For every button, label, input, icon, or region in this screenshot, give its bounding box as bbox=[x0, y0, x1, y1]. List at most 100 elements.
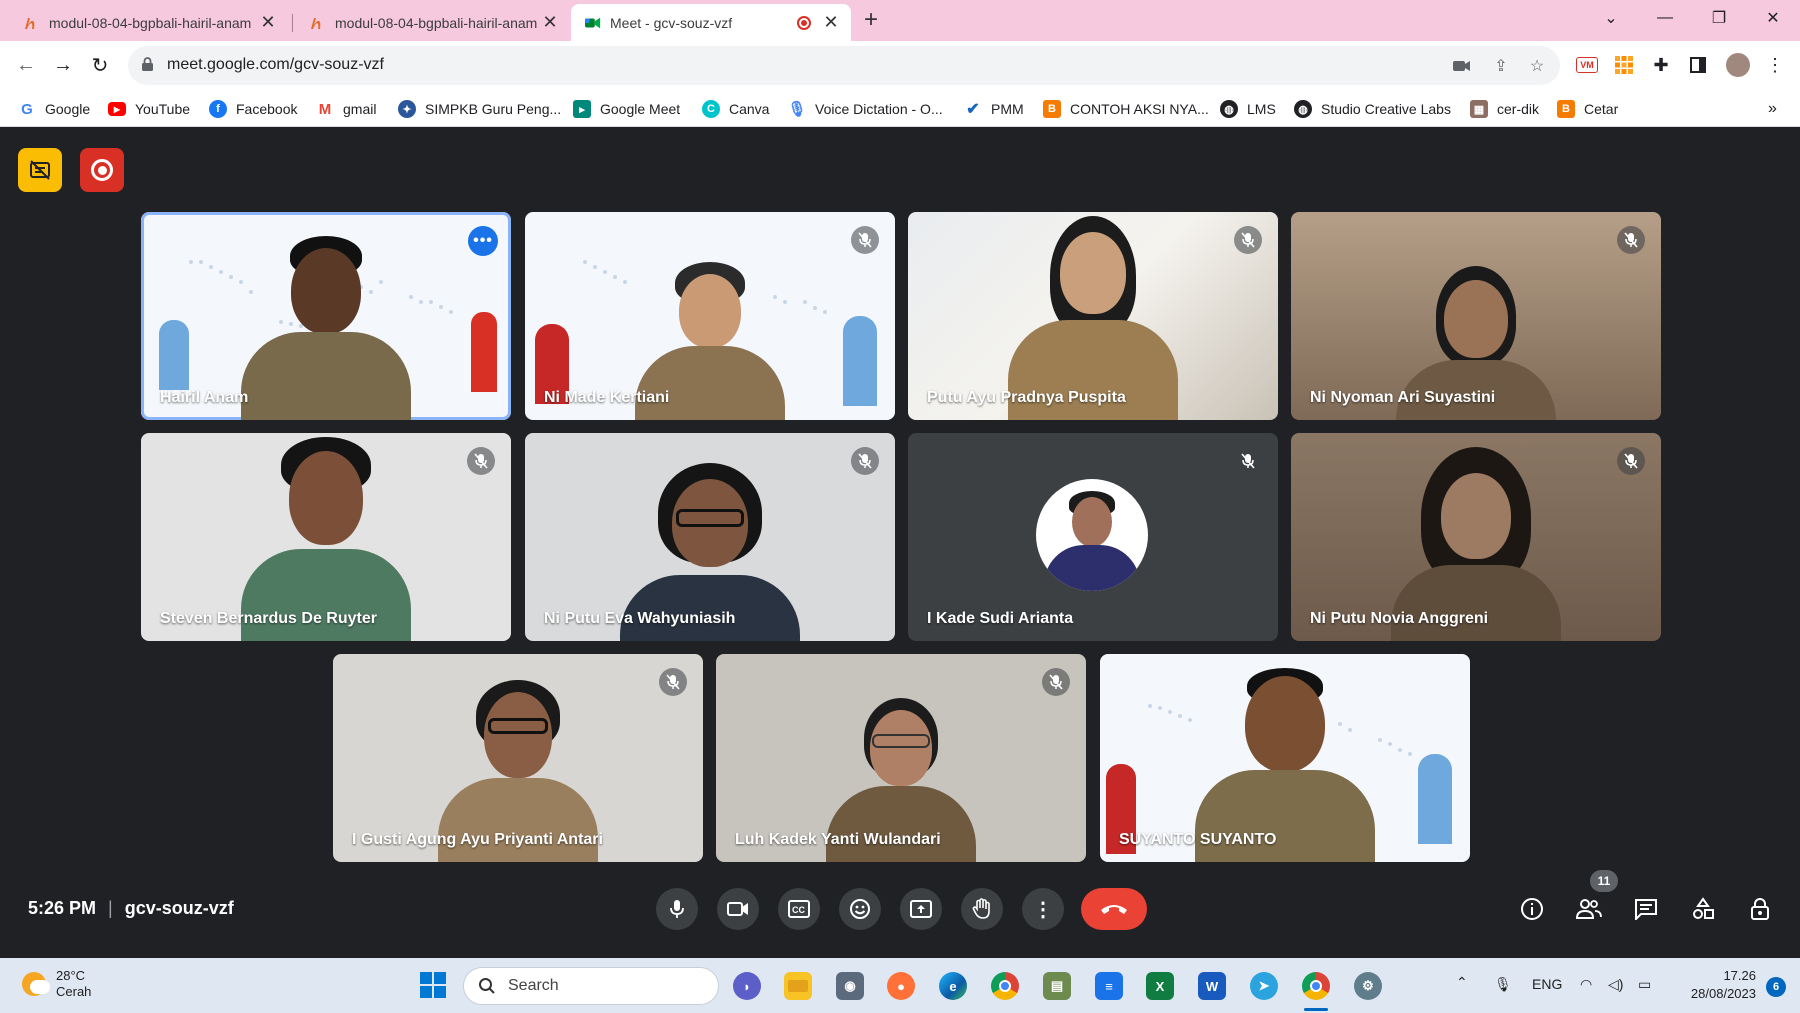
captions-off-icon[interactable] bbox=[18, 148, 62, 192]
more-bookmarks-chevron-icon[interactable]: » bbox=[1768, 99, 1777, 119]
camera-blocked-icon[interactable] bbox=[1451, 55, 1473, 77]
present-screen-button[interactable] bbox=[900, 888, 942, 930]
bookmark-facebook[interactable]: f Facebook bbox=[209, 99, 297, 119]
participant-tile[interactable]: Ni Putu Novia Anggreni bbox=[1291, 433, 1661, 641]
tab-search-chevron-icon[interactable]: ⌄ bbox=[1588, 0, 1634, 36]
camera-button[interactable] bbox=[717, 888, 759, 930]
camera-app-icon[interactable]: ◉ bbox=[836, 972, 864, 1000]
browser-tab[interactable]: modul-08-04-bgpbali-hairil-anam ✕ bbox=[10, 4, 288, 41]
illustration-figure bbox=[1418, 754, 1452, 844]
close-window-button[interactable]: ✕ bbox=[1750, 0, 1796, 36]
weather-description: Cerah bbox=[56, 984, 92, 999]
participant-tile[interactable]: Ni Made Kertiani bbox=[525, 212, 895, 420]
chrome-icon[interactable] bbox=[1302, 972, 1330, 1000]
bookmark-star-icon[interactable]: ☆ bbox=[1526, 55, 1548, 77]
notepad-icon[interactable]: ≡ bbox=[1095, 972, 1123, 1000]
language-indicator[interactable]: ENG bbox=[1532, 976, 1562, 992]
bookmark-voice-dictation[interactable]: 🎙 Voice Dictation - O... bbox=[787, 99, 942, 119]
microphone-button[interactable] bbox=[656, 888, 698, 930]
microphone-tray-icon[interactable]: 🎙 bbox=[1494, 976, 1512, 993]
file-explorer-icon[interactable] bbox=[784, 972, 812, 1000]
winrar-icon[interactable]: ▤ bbox=[1043, 972, 1071, 1000]
activities-button[interactable] bbox=[1682, 888, 1724, 930]
participant-tile[interactable]: I Gusti Agung Ayu Priyanti Antari bbox=[333, 654, 703, 862]
bookmark-cetar[interactable]: B Cetar bbox=[1557, 99, 1618, 119]
reactions-button[interactable] bbox=[839, 888, 881, 930]
leave-call-button[interactable] bbox=[1081, 888, 1147, 930]
more-options-button[interactable]: ⋮ bbox=[1022, 888, 1064, 930]
settings-gear-icon[interactable]: ⚙ bbox=[1354, 972, 1382, 1000]
telegram-icon[interactable]: ➤ bbox=[1250, 972, 1278, 1000]
vm-extension-icon[interactable]: VM bbox=[1576, 57, 1598, 73]
reload-icon[interactable]: ↻ bbox=[84, 49, 116, 81]
bookmark-studio-creative-labs[interactable]: ◍ Studio Creative Labs bbox=[1294, 99, 1451, 119]
address-bar[interactable]: meet.google.com/gcv-souz-vzf ⇪ ☆ bbox=[128, 46, 1560, 85]
participant-tile[interactable]: ••• Hairil Anam bbox=[141, 212, 511, 420]
host-controls-button[interactable] bbox=[1739, 888, 1781, 930]
system-clock[interactable]: 17.26 28/08/2023 bbox=[1691, 967, 1756, 1003]
share-icon[interactable]: ⇪ bbox=[1490, 55, 1512, 77]
battery-icon[interactable]: ▭ bbox=[1638, 976, 1651, 993]
bookmark-simpkb[interactable]: ✦ SIMPKB Guru Peng... bbox=[398, 99, 561, 119]
weather-widget[interactable]: 28°C Cerah bbox=[22, 968, 91, 1000]
globe-icon: ◍ bbox=[1220, 100, 1238, 118]
people-button[interactable] bbox=[1568, 888, 1610, 930]
raise-hand-button[interactable] bbox=[961, 888, 1003, 930]
browser-tab[interactable]: modul-08-04-bgpbali-hairil-anam ✕ bbox=[296, 4, 570, 41]
show-hidden-icons-chevron-icon[interactable]: ⌃ bbox=[1456, 974, 1468, 991]
bookmark-lms[interactable]: ◍ LMS bbox=[1220, 99, 1276, 119]
lock-icon bbox=[142, 57, 153, 76]
back-arrow-icon[interactable]: ← bbox=[10, 49, 42, 81]
chat-button[interactable] bbox=[1625, 888, 1667, 930]
participant-tile[interactable]: Ni Nyoman Ari Suyastini bbox=[1291, 212, 1661, 420]
captions-button[interactable]: CC bbox=[778, 888, 820, 930]
recording-indicator-icon bbox=[797, 15, 811, 30]
participant-count-badge: 11 bbox=[1590, 870, 1618, 892]
participant-tile[interactable]: Steven Bernardus De Ruyter bbox=[141, 433, 511, 641]
minimize-button[interactable]: — bbox=[1642, 0, 1688, 36]
weather-temperature: 28°C bbox=[56, 968, 86, 983]
bookmark-canva[interactable]: C Canva bbox=[702, 99, 769, 119]
participant-tile[interactable]: Putu Ayu Pradnya Puspita bbox=[908, 212, 1278, 420]
blogger-icon: B bbox=[1557, 100, 1575, 118]
taskbar-search[interactable]: Search bbox=[463, 967, 719, 1005]
edge-icon[interactable]: e bbox=[939, 972, 967, 1000]
windows-start-icon[interactable] bbox=[418, 970, 448, 1000]
notification-count-badge[interactable]: 6 bbox=[1766, 977, 1786, 997]
bookmark-pmm[interactable]: ✔ PMM bbox=[964, 99, 1023, 119]
side-panel-icon[interactable] bbox=[1687, 54, 1709, 76]
recording-badge-icon[interactable] bbox=[80, 148, 124, 192]
bookmark-youtube[interactable]: ▶ YouTube bbox=[108, 99, 190, 119]
teams-chat-icon[interactable]: ◗ bbox=[733, 972, 761, 1000]
participant-tile[interactable]: Ni Putu Eva Wahyuniasih bbox=[525, 433, 895, 641]
close-tab-icon[interactable]: ✕ bbox=[540, 12, 560, 33]
firefox-icon[interactable]: ● bbox=[887, 972, 915, 1000]
extensions-puzzle-icon[interactable]: ✚ bbox=[1650, 54, 1672, 76]
bookmark-cer-dik[interactable]: ▦ cer-dik bbox=[1470, 99, 1539, 119]
chrome-profile-icon[interactable] bbox=[991, 972, 1019, 1000]
close-tab-icon[interactable]: ✕ bbox=[821, 12, 841, 33]
participant-tile[interactable]: Luh Kadek Yanti Wulandari bbox=[716, 654, 1086, 862]
bookmark-gmail[interactable]: M gmail bbox=[316, 99, 377, 119]
wifi-icon[interactable]: ◠ bbox=[1580, 976, 1592, 993]
forward-arrow-icon[interactable]: → bbox=[47, 49, 79, 81]
excel-icon[interactable]: X bbox=[1146, 972, 1174, 1000]
browser-tab-active[interactable]: Meet - gcv-souz-vzf ✕ bbox=[571, 4, 851, 41]
restore-button[interactable]: ❐ bbox=[1696, 0, 1742, 36]
volume-icon[interactable]: ◁) bbox=[1608, 976, 1623, 993]
bookmark-google-meet[interactable]: ▸ Google Meet bbox=[573, 99, 680, 119]
profile-avatar[interactable] bbox=[1726, 53, 1750, 77]
bookmark-contoh-aksi[interactable]: B CONTOH AKSI NYA... bbox=[1043, 99, 1209, 119]
meeting-details-button[interactable] bbox=[1511, 888, 1553, 930]
more-options-icon[interactable]: ••• bbox=[468, 226, 498, 256]
url-text: meet.google.com/gcv-souz-vzf bbox=[167, 56, 384, 73]
word-icon[interactable]: W bbox=[1198, 972, 1226, 1000]
close-tab-icon[interactable]: ✕ bbox=[258, 12, 278, 33]
meeting-time: 5:26 PM bbox=[28, 898, 97, 918]
new-tab-button[interactable]: + bbox=[864, 6, 878, 34]
participant-tile[interactable]: I Kade Sudi Arianta bbox=[908, 433, 1278, 641]
participant-tile[interactable]: SUYANTO SUYANTO bbox=[1100, 654, 1470, 862]
more-menu-icon[interactable]: ⋮ bbox=[1764, 54, 1786, 76]
bookmark-google[interactable]: G Google bbox=[18, 99, 90, 119]
apps-extension-icon[interactable] bbox=[1613, 54, 1635, 76]
